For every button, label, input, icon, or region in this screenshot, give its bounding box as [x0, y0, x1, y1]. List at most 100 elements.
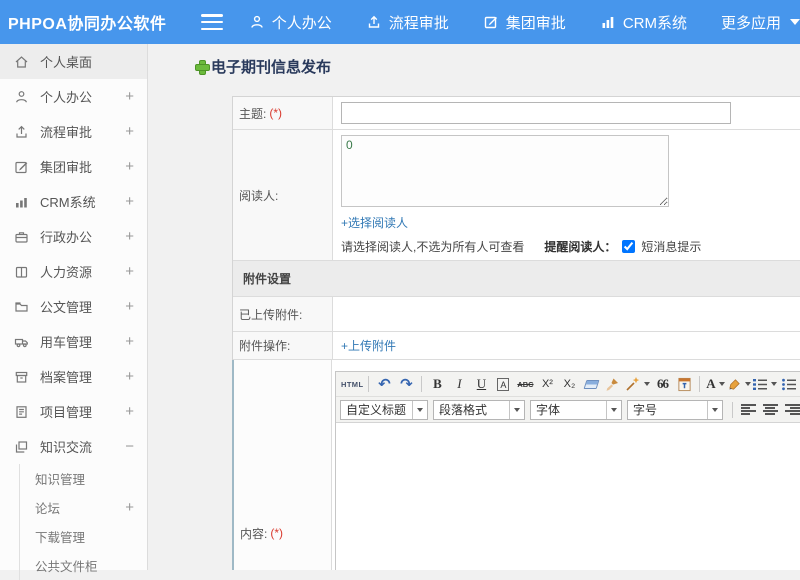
- font-size-select[interactable]: 字号: [627, 399, 723, 420]
- expand-icon[interactable]: +: [125, 263, 134, 280]
- caret-down-icon: [707, 400, 722, 419]
- underline-button[interactable]: U: [471, 374, 491, 395]
- align-center-icon[interactable]: [760, 399, 780, 420]
- sidebar-item-vehicle-mgmt[interactable]: 用车管理 +: [0, 324, 147, 359]
- attachment-actions-label: 附件操作:: [233, 332, 333, 359]
- sidebar-item-group-approval[interactable]: 集团审批 +: [0, 149, 147, 184]
- uploaded-attachments-row: 已上传附件:: [233, 297, 800, 332]
- redo-icon[interactable]: ↷: [396, 374, 416, 395]
- content-label: 内容: (*): [232, 360, 332, 570]
- briefcase-icon: [15, 231, 28, 243]
- sidebar-item-personal-office[interactable]: 个人办公 +: [0, 79, 147, 114]
- sidebar-item-desktop[interactable]: 个人桌面: [0, 44, 147, 79]
- expand-icon[interactable]: +: [125, 333, 134, 350]
- sidebar-item-archive-mgmt[interactable]: 档案管理 +: [0, 359, 147, 394]
- paragraph-format-select[interactable]: 段落格式: [433, 399, 525, 420]
- menu-toggle-icon[interactable]: [200, 14, 223, 30]
- sidebar-item-project-mgmt[interactable]: 项目管理 +: [0, 394, 147, 429]
- caret-down-icon: [412, 400, 427, 419]
- sidebar-subitem-forum[interactable]: 论坛 +: [20, 493, 147, 522]
- sidebar-item-hr[interactable]: 人力资源 +: [0, 254, 147, 289]
- archive-icon: [15, 371, 28, 383]
- readers-label: 阅读人:: [233, 130, 333, 260]
- required-mark: (*): [269, 106, 283, 120]
- subscript-button[interactable]: X₂: [559, 374, 579, 395]
- blockquote-button[interactable]: 66: [652, 374, 672, 395]
- uploaded-attachments-label: 已上传附件:: [233, 297, 333, 331]
- autoformat-wand-icon[interactable]: [625, 374, 651, 395]
- top-navigation: 个人办公 流程审批 集团审批 CRM系统 更多应用: [249, 12, 800, 33]
- nav-personal-office[interactable]: 个人办公: [249, 12, 332, 33]
- unordered-list-icon[interactable]: [779, 374, 799, 395]
- sidebar-item-workflow-approval[interactable]: 流程审批 +: [0, 114, 147, 149]
- caret-down-icon: [644, 382, 651, 386]
- expand-icon[interactable]: +: [125, 298, 134, 315]
- expand-icon[interactable]: +: [125, 228, 134, 245]
- nav-more-apps[interactable]: 更多应用: [721, 12, 800, 33]
- expand-icon[interactable]: +: [125, 499, 134, 516]
- nav-workflow-approval[interactable]: 流程审批: [366, 12, 449, 33]
- add-icon: [195, 60, 210, 75]
- sms-notify-checkbox[interactable]: [622, 240, 636, 253]
- align-left-icon[interactable]: [738, 399, 758, 420]
- select-readers-link[interactable]: +选择阅读人: [341, 214, 408, 231]
- bold-button[interactable]: B: [427, 374, 447, 395]
- sidebar-subitem-download-mgmt[interactable]: 下载管理: [20, 522, 147, 551]
- expand-icon[interactable]: +: [125, 88, 134, 105]
- font-family-select[interactable]: 字体: [530, 399, 622, 420]
- upload-attachment-link[interactable]: +上传附件: [341, 337, 396, 354]
- sidebar-item-knowledge-exchange[interactable]: 知识交流 −: [0, 429, 147, 464]
- sidebar-subitem-public-cabinet[interactable]: 公共文件柜: [20, 551, 147, 580]
- expand-icon[interactable]: +: [125, 368, 134, 385]
- font-background-button[interactable]: A: [497, 377, 510, 391]
- bar-chart-icon: [16, 197, 27, 207]
- main-content: 电子期刊信息发布 主题: (*) 阅读人: 0 +选择阅读人 请选择阅读人,不选…: [149, 44, 800, 570]
- expand-icon[interactable]: +: [125, 403, 134, 420]
- superscript-button[interactable]: X²: [537, 374, 557, 395]
- home-icon: [15, 55, 28, 68]
- caret-down-icon: [606, 400, 621, 419]
- editor-toolbar: HTML ↶ ↷ B I U A ABC X² X₂ 66 A 自定义标题 段落…: [336, 372, 800, 423]
- expand-icon[interactable]: +: [125, 158, 134, 175]
- ordered-list-icon[interactable]: [753, 374, 778, 395]
- subject-input[interactable]: [341, 102, 731, 124]
- attachments-section-header: 附件设置: [233, 261, 800, 297]
- sidebar-subitem-knowledge-mgmt[interactable]: 知识管理: [20, 464, 147, 493]
- highlight-pen-icon[interactable]: [727, 374, 752, 395]
- nav-group-approval[interactable]: 集团审批: [483, 12, 566, 33]
- folder-icon: [15, 301, 28, 312]
- uploaded-attachments-value: [333, 297, 800, 331]
- eraser-icon[interactable]: [581, 374, 601, 395]
- paste-icon[interactable]: [674, 374, 694, 395]
- italic-button[interactable]: I: [449, 374, 469, 395]
- document-icon: [16, 405, 27, 418]
- caret-down-icon: [509, 400, 524, 419]
- bar-chart-icon: [602, 17, 614, 28]
- attachment-actions-row: 附件操作: +上传附件: [233, 332, 800, 360]
- font-color-button[interactable]: A: [705, 374, 725, 395]
- format-painter-icon[interactable]: [603, 374, 623, 395]
- expand-icon[interactable]: +: [125, 193, 134, 210]
- subject-row: 主题: (*): [233, 97, 800, 130]
- nav-crm-system[interactable]: CRM系统: [600, 12, 687, 33]
- sidebar: 个人桌面 个人办公 + 流程审批 + 集团审批 + CRM系统 + 行政办公 +…: [0, 44, 148, 580]
- align-right-icon[interactable]: [782, 399, 800, 420]
- strikethrough-button[interactable]: ABC: [515, 374, 535, 395]
- undo-icon[interactable]: ↶: [374, 374, 394, 395]
- edit-icon: [484, 16, 497, 29]
- readers-textarea[interactable]: 0: [341, 135, 669, 207]
- caret-down-icon: [718, 382, 725, 386]
- collapse-icon[interactable]: −: [125, 438, 134, 455]
- editor-content-area[interactable]: [336, 423, 800, 570]
- sidebar-item-crm[interactable]: CRM系统 +: [0, 184, 147, 219]
- expand-icon[interactable]: +: [125, 123, 134, 140]
- share-arrow-icon: [16, 125, 27, 138]
- sidebar-item-admin-office[interactable]: 行政办公 +: [0, 219, 147, 254]
- sidebar-submenu-knowledge: 知识管理 论坛 + 下载管理 公共文件柜: [19, 464, 147, 580]
- html-source-button[interactable]: HTML: [341, 374, 363, 395]
- readers-row: 阅读人: 0 +选择阅读人 请选择阅读人,不选为所有人可查看 提醒阅读人： 短消…: [233, 130, 800, 261]
- caret-down-icon: [745, 382, 752, 386]
- custom-heading-select[interactable]: 自定义标题: [340, 399, 428, 420]
- app-logo: PHPOA协同办公软件: [8, 16, 167, 33]
- sidebar-item-document-mgmt[interactable]: 公文管理 +: [0, 289, 147, 324]
